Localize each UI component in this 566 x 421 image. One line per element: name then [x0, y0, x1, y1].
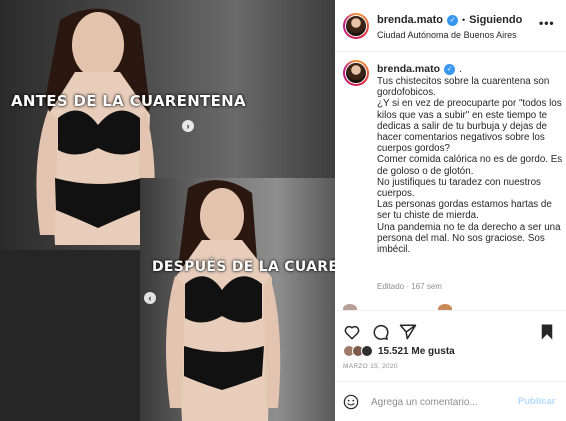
caption-line: Tus chistecitos sobre la cuarentena son … — [377, 76, 550, 99]
more-options-icon[interactable]: ••• — [539, 16, 555, 30]
caption-line: ¿Y si en vez de preocuparte por "todos l… — [377, 98, 562, 155]
paper-plane-icon[interactable] — [399, 323, 417, 341]
previous-image-button[interactable]: ‹ — [144, 292, 156, 304]
avatar[interactable] — [343, 13, 369, 39]
likes-row[interactable]: 15.521 Me gusta — [343, 345, 455, 357]
comment-input[interactable] — [371, 393, 511, 411]
caption-username-link[interactable]: brenda.mato — [377, 63, 440, 75]
post-sidebar: brenda.mato ✓ • Siguiendo Ciudad Autónom… — [335, 0, 566, 421]
next-image-button[interactable]: › — [182, 120, 194, 132]
post-header: brenda.mato ✓ • Siguiendo Ciudad Autónom… — [335, 0, 566, 52]
following-button[interactable]: Siguiendo — [469, 14, 522, 26]
chevron-right-icon: › — [186, 121, 190, 131]
username-link[interactable]: brenda.mato — [377, 14, 443, 26]
caption-line: Comer comida calórica no es de gordo. Es… — [377, 154, 563, 177]
caption-line: Una pandemia no te da derecho a ser una … — [377, 221, 561, 256]
bookmark-icon[interactable] — [538, 323, 556, 341]
post-media[interactable]: ANTES DE LA CUARENTENA DESPUÉS DE LA CUA… — [0, 0, 335, 421]
caption-trailing: . — [459, 63, 462, 75]
likes-count[interactable]: 15.521 Me gusta — [378, 346, 455, 357]
caption-avatar[interactable] — [343, 60, 369, 86]
separator-dot: • — [462, 15, 466, 25]
after-quarantine-text: DESPUÉS DE LA CUARENTENA — [152, 259, 335, 275]
before-quarantine-text: ANTES DE LA CUARENTENA — [11, 92, 246, 110]
emoji-icon[interactable] — [343, 394, 359, 410]
verified-badge-icon: ✓ — [444, 63, 456, 75]
liker-avatar — [361, 345, 373, 357]
photo-after — [140, 178, 335, 421]
caption-text: Tus chistecitos sobre la cuarentena son … — [377, 76, 563, 255]
heart-icon[interactable] — [343, 323, 361, 341]
comment-icon[interactable] — [371, 323, 389, 341]
caption-line: No justifiques tu taradez con nuestros c… — [377, 176, 541, 200]
verified-badge-icon: ✓ — [447, 14, 459, 26]
edited-timestamp: Editado · 167 sem — [377, 282, 442, 291]
photo-backdrop — [0, 250, 140, 421]
chevron-left-icon: ‹ — [148, 293, 152, 303]
photo-after-figure — [166, 180, 281, 421]
location-link[interactable]: Ciudad Autónoma de Buenos Aires — [377, 30, 517, 40]
caption-line: Las personas gordas estamos hartas de se… — [377, 199, 552, 222]
publish-button[interactable]: Publicar — [518, 396, 556, 407]
header-user-row: brenda.mato ✓ • Siguiendo — [377, 14, 522, 26]
post-date: MARZO 15, 2020 — [343, 363, 398, 370]
caption-user-row: brenda.mato ✓ . — [377, 63, 462, 75]
comment-bar: Publicar — [335, 381, 566, 421]
